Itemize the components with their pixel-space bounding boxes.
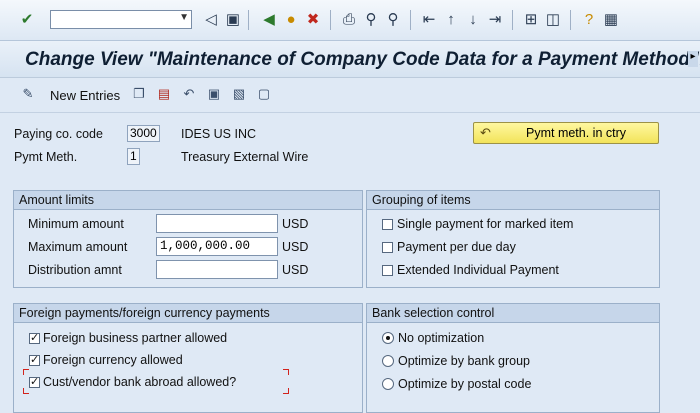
grouping-of-items-group: Grouping of items Single payment for mar… <box>366 190 660 288</box>
optimize-by-postal-code-radio[interactable] <box>382 378 394 390</box>
last-page-icon[interactable]: ⇥ <box>486 11 504 29</box>
new-entries-button[interactable]: New Entries <box>50 88 120 103</box>
navigate-icon: ↶ <box>480 125 491 140</box>
optimize-by-bank-group-label: Optimize by bank group <box>398 354 531 368</box>
delete-icon[interactable]: ▤ <box>156 86 172 102</box>
foreign-business-partner-checkbox[interactable]: ✓ <box>29 333 40 344</box>
foreign-payments-title: Foreign payments/foreign currency paymen… <box>19 306 270 320</box>
pymt-meth-field[interactable]: 1 <box>127 148 140 165</box>
single-payment-label: Single payment for marked item <box>397 217 574 231</box>
focus-corner <box>283 369 289 375</box>
minimum-amount-currency: USD <box>282 217 309 231</box>
maximum-amount-label: Maximum amount <box>28 240 128 254</box>
single-payment-checkbox[interactable] <box>382 219 393 230</box>
previous-page-icon[interactable]: ↑ <box>442 11 460 29</box>
pymt-meth-in-ctry-button[interactable]: ↶ Pymt meth. in ctry <box>473 122 659 144</box>
cancel-icon[interactable]: ✖ <box>304 11 322 29</box>
foreign-payments-header: Foreign payments/foreign currency paymen… <box>14 304 362 323</box>
bank-selection-control-title: Bank selection control <box>372 306 495 320</box>
foreign-business-partner-label: Foreign business partner allowed <box>43 331 228 345</box>
distribution-amount-currency: USD <box>282 263 309 277</box>
distribution-amount-input[interactable] <box>156 260 278 279</box>
payment-per-due-day-checkbox[interactable] <box>382 242 393 253</box>
page-title: Change View "Maintenance of Company Code… <box>25 49 700 70</box>
title-overflow-icon[interactable]: ▸ <box>688 51 698 67</box>
toolbar-separator <box>330 10 331 30</box>
grouping-of-items-title: Grouping of items <box>372 193 471 207</box>
extended-individual-payment-label: Extended Individual Payment <box>397 263 559 277</box>
optimize-by-bank-group-radio[interactable] <box>382 355 394 367</box>
customize-icon[interactable]: ▦ <box>602 11 620 29</box>
amount-limits-title: Amount limits <box>19 193 95 207</box>
copy-icon[interactable]: ❐ <box>131 86 147 102</box>
focus-corner <box>23 369 29 375</box>
pymt-meth-label: Pymt Meth. <box>14 150 78 164</box>
payment-per-due-day-label: Payment per due day <box>397 240 516 254</box>
maximum-amount-input[interactable]: 1,000,000.00 <box>156 237 278 256</box>
undo-icon[interactable]: ↶ <box>181 86 197 102</box>
no-optimization-radio[interactable] <box>382 332 394 344</box>
back-triangle-icon[interactable]: ◁ <box>202 11 220 29</box>
distribution-amount-label: Distribution amnt <box>28 263 122 277</box>
grouping-of-items-header: Grouping of items <box>367 191 659 210</box>
command-field[interactable]: ▼ <box>50 10 192 29</box>
focus-corner <box>283 388 289 394</box>
amount-limits-header: Amount limits <box>14 191 362 210</box>
layout-icon[interactable]: ⊞ <box>522 11 540 29</box>
foreign-currency-checkbox[interactable]: ✓ <box>29 355 40 366</box>
minimum-amount-label: Minimum amount <box>28 217 124 231</box>
pymt-meth-text: Treasury External Wire <box>181 150 309 164</box>
foreign-payments-group: Foreign payments/foreign currency paymen… <box>13 303 363 413</box>
next-page-icon[interactable]: ↓ <box>464 11 482 29</box>
check-icon[interactable]: ✔ <box>18 11 36 29</box>
extended-individual-payment-checkbox[interactable] <box>382 265 393 276</box>
toolbar-separator <box>410 10 411 30</box>
application-toolbar: ✎ New Entries ❐ ▤ ↶ ▣ ▧ ▢ <box>0 78 700 113</box>
pymt-meth-in-ctry-label: Pymt meth. in ctry <box>526 126 627 140</box>
toolbar-separator <box>248 10 249 30</box>
minimum-amount-input[interactable] <box>156 214 278 233</box>
paying-co-code-text: IDES US INC <box>181 127 257 141</box>
select-block-icon[interactable]: ▧ <box>231 86 247 102</box>
amount-limits-group: Amount limits Minimum amount USD Maximum… <box>13 190 363 288</box>
first-page-icon[interactable]: ⇤ <box>420 11 438 29</box>
save-icon[interactable]: ▣ <box>224 11 242 29</box>
print-icon[interactable]: ⎙ <box>340 11 358 29</box>
title-bar: Change View "Maintenance of Company Code… <box>0 41 700 78</box>
exit-icon[interactable]: ● <box>282 11 300 29</box>
focus-corner <box>23 388 29 394</box>
cust-vendor-bank-abroad-label: Cust/vendor bank abroad allowed? <box>43 375 237 389</box>
maximum-amount-currency: USD <box>282 240 309 254</box>
chevron-down-icon[interactable]: ▼ <box>179 12 189 23</box>
select-all-icon[interactable]: ▣ <box>206 86 222 102</box>
paying-co-code-field[interactable]: 3000 <box>127 125 160 142</box>
find-next-icon[interactable]: ⚲ <box>384 11 402 29</box>
foreign-currency-label: Foreign currency allowed <box>43 353 183 367</box>
edit-icon[interactable]: ✎ <box>20 86 36 102</box>
toolbar-separator <box>570 10 571 30</box>
toolbar-separator <box>512 10 513 30</box>
back-icon[interactable]: ◀ <box>260 11 278 29</box>
find-icon[interactable]: ⚲ <box>362 11 380 29</box>
bank-selection-control-group: Bank selection control No optimization O… <box>366 303 660 413</box>
no-optimization-label: No optimization <box>398 331 485 345</box>
system-toolbar: ✔ ▼ ◁ ▣ ◀ ● ✖ ⎙ ⚲ ⚲ ⇤ ↑ ↓ ⇥ ⊞ ◫ ? ▦ <box>0 0 700 41</box>
bank-selection-control-header: Bank selection control <box>367 304 659 323</box>
create-session-icon[interactable]: ◫ <box>544 11 562 29</box>
cust-vendor-bank-abroad-checkbox[interactable]: ✓ <box>29 377 40 388</box>
optimize-by-postal-code-label: Optimize by postal code <box>398 377 532 391</box>
deselect-icon[interactable]: ▢ <box>256 86 272 102</box>
paying-co-code-label: Paying co. code <box>14 127 103 141</box>
help-icon[interactable]: ? <box>580 11 598 29</box>
